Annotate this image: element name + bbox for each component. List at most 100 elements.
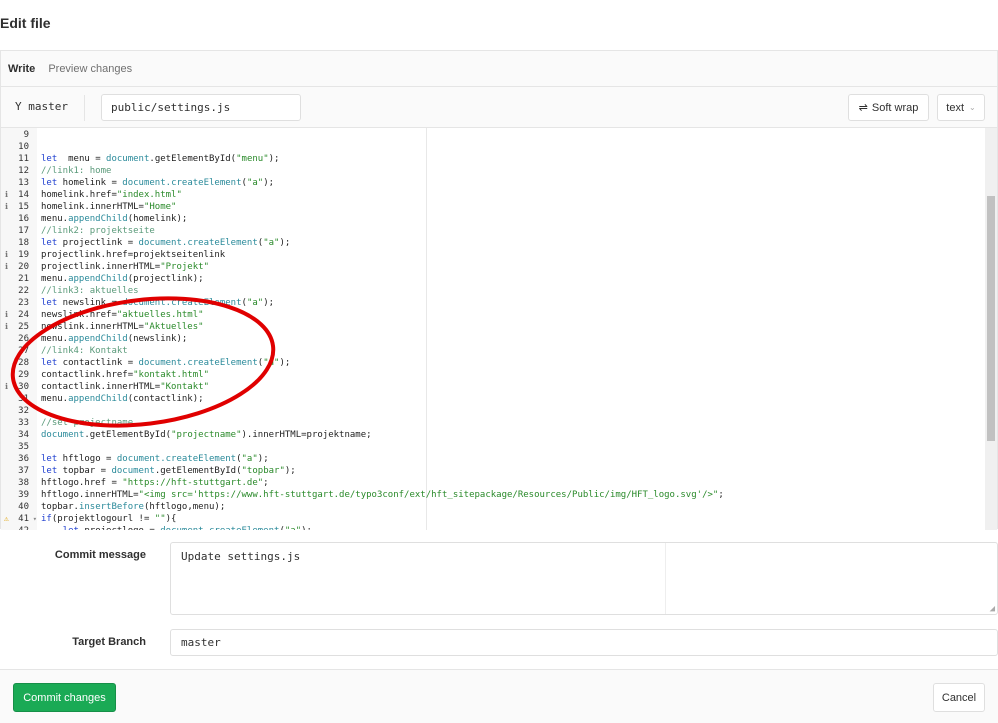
tab-preview-changes[interactable]: Preview changes [48, 63, 132, 75]
code-line: 26 menu.appendChild(newslink); [1, 333, 724, 345]
line-code: projectlink.href=projektseitenlink [29, 249, 225, 261]
info-icon[interactable]: ℹ [5, 381, 8, 393]
code-line: ℹ 20 projectlink.innerHTML="Projekt" [1, 261, 724, 273]
file-bar: Y master public/settings.js ⇌ Soft wrap t… [1, 87, 997, 128]
line-number-text: 37 [18, 466, 29, 476]
code-token: ; [718, 490, 724, 500]
cancel-button[interactable]: Cancel [933, 683, 985, 712]
scrollbar-thumb[interactable] [987, 196, 995, 441]
code-token: projectlink = [57, 238, 139, 248]
line-number: 33 [1, 417, 29, 429]
line-number-text: 25 [18, 322, 29, 332]
line-number-text: 17 [18, 226, 29, 236]
code-line: 16 menu.appendChild(homelink); [1, 213, 724, 225]
line-code: topbar.insertBefore(hftlogo,menu); [29, 501, 225, 513]
page-title: Edit file [0, 15, 51, 31]
info-icon[interactable]: ℹ [5, 249, 8, 261]
vertical-scrollbar[interactable] [985, 128, 997, 530]
code-token: (newslink); [127, 334, 188, 344]
code-token: let [41, 298, 58, 308]
line-code: let hftlogo = document.createElement("a"… [29, 453, 269, 465]
code-token: "a" [263, 238, 280, 248]
line-number-text: 10 [18, 142, 29, 152]
code-token: document.createElement [116, 454, 237, 464]
line-number: 13 [1, 177, 29, 189]
line-number: 12 [1, 165, 29, 177]
line-code: //link1: home [29, 165, 111, 177]
line-number: 36 [1, 453, 29, 465]
code-token: (homelink); [127, 214, 188, 224]
line-number-text: 32 [18, 406, 29, 416]
code-token: (projektlogourl != [51, 514, 155, 524]
code-token: document.createElement [160, 526, 279, 530]
code-token: appendChild [68, 394, 128, 404]
divider [84, 95, 85, 121]
code-line: 9 [1, 129, 724, 141]
code-token: "a" [263, 358, 280, 368]
editor-tabs: Write Preview changes [1, 51, 997, 87]
line-number-text: 27 [18, 346, 29, 356]
tab-write[interactable]: Write [8, 63, 35, 75]
code-line: 23 let newslink = document.createElement(… [1, 297, 724, 309]
line-number: ℹ 19 [1, 249, 29, 261]
target-branch-input[interactable]: master [170, 629, 998, 656]
line-number: 32 [1, 405, 29, 417]
code-token: "https://hft-stuttgart.de" [122, 478, 264, 488]
info-icon[interactable]: ℹ [5, 201, 8, 213]
line-number-text: 19 [18, 250, 29, 260]
fold-icon[interactable]: ▾ [33, 513, 37, 525]
resize-handle-icon[interactable]: ◢ [990, 604, 995, 614]
code-line: ℹ 30 contactlink.innerHTML="Kontakt" [1, 381, 724, 393]
code-line: ℹ 25 newslink.innerHTML="Aktuelles" [1, 321, 724, 333]
line-code: if(projektlogourl != ""){ [29, 513, 176, 525]
line-number-text: 42 [18, 526, 29, 530]
line-number-text: 18 [18, 238, 29, 248]
line-code: homelink.href="index.html" [29, 189, 182, 201]
commit-message-textarea[interactable]: Update settings.js ◢ [170, 542, 998, 615]
code-token: projectlogo = [79, 526, 160, 530]
code-token: document [41, 430, 85, 440]
file-name-input[interactable]: public/settings.js [101, 94, 301, 121]
code-token: document [106, 154, 150, 164]
code-editor[interactable]: 9 10 11 let menu = document.getElementById(… [1, 128, 997, 530]
code-line: 12 //link1: home [1, 165, 724, 177]
line-code: menu.appendChild(contactlink); [29, 393, 204, 405]
code-token: projectlink.href=projektseitenlink [41, 250, 226, 260]
code-token: .getElementById( [154, 466, 242, 476]
line-number-text: 14 [18, 190, 29, 200]
mode-select[interactable]: text ⌄ [937, 94, 985, 121]
soft-wrap-button[interactable]: ⇌ Soft wrap [848, 94, 929, 121]
code-token: let [41, 238, 58, 248]
line-number-text: 31 [18, 394, 29, 404]
target-branch-label: Target Branch [72, 636, 146, 648]
code-token: "a" [285, 526, 301, 530]
code-line: ℹ 24 newslink.href="aktuelles.html" [1, 309, 724, 321]
line-code: //link2: projektseite [29, 225, 155, 237]
code-token: ).innerHTML=projektname; [241, 430, 372, 440]
info-icon[interactable]: ℹ [5, 321, 8, 333]
line-number: ℹ 25 [1, 321, 29, 333]
code-line: 13 let homelink = document.createElement(… [1, 177, 724, 189]
form-footer: Commit changes Cancel [0, 669, 998, 723]
code-token: (contactlink); [127, 394, 204, 404]
code-token: .getElementById( [84, 430, 172, 440]
line-number: 38 [1, 477, 29, 489]
code-token: //link2: projektseite [41, 226, 155, 236]
code-line: 33 //set projectname [1, 417, 724, 429]
line-number-text: 38 [18, 478, 29, 488]
code-token: appendChild [68, 334, 128, 344]
soft-wrap-label: Soft wrap [871, 101, 919, 114]
warning-icon[interactable]: ⚠ [4, 513, 9, 525]
code-token: insertBefore [78, 502, 144, 512]
code-token: //link4: Kontakt [41, 346, 128, 356]
info-icon[interactable]: ℹ [5, 189, 8, 201]
code-line: 35 [1, 441, 724, 453]
info-icon[interactable]: ℹ [5, 309, 8, 321]
code-line: 42 let projectlogo = document.createElem… [1, 525, 724, 530]
commit-changes-button[interactable]: Commit changes [13, 683, 116, 712]
info-icon[interactable]: ℹ [5, 261, 8, 273]
line-number: 28 [1, 357, 29, 369]
code-token: "Aktuelles" [143, 322, 204, 332]
